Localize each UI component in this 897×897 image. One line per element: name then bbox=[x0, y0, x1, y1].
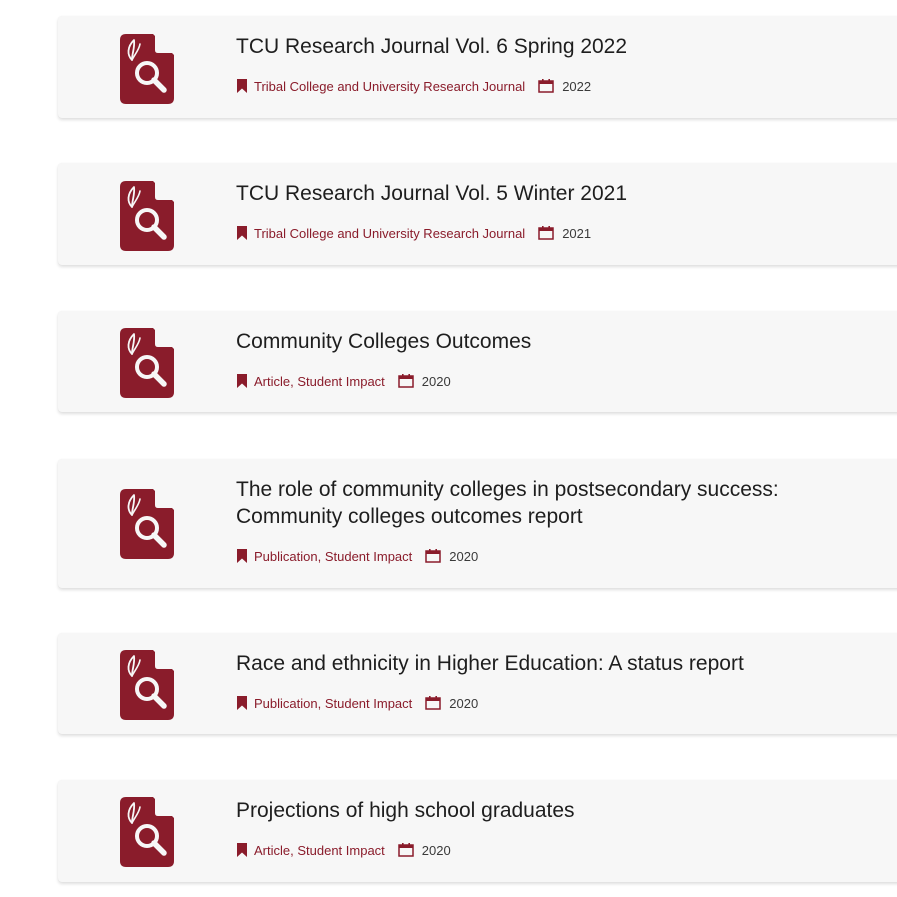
resource-category: Publication, Student Impact bbox=[254, 548, 413, 564]
document-search-icon bbox=[120, 489, 174, 559]
resource-category: Publication, Student Impact bbox=[254, 695, 413, 711]
resource-card[interactable]: Community Colleges Outcomes Article, Stu… bbox=[58, 311, 897, 412]
resource-category: Article, Student Impact bbox=[254, 373, 385, 389]
resource-year: 2020 bbox=[421, 373, 451, 389]
resource-title[interactable]: Race and ethnicity in Higher Education: … bbox=[236, 650, 846, 677]
resource-card[interactable]: Race and ethnicity in Higher Education: … bbox=[58, 633, 897, 734]
calendar-icon bbox=[425, 696, 442, 710]
resource-meta: Publication, Student Impact 2020 bbox=[236, 547, 478, 565]
resource-meta: Tribal College and University Research J… bbox=[236, 77, 591, 95]
bookmark-icon bbox=[236, 696, 248, 710]
bookmark-icon bbox=[236, 79, 248, 93]
bookmark-icon bbox=[236, 843, 248, 857]
resource-title[interactable]: The role of community colleges in postse… bbox=[236, 476, 846, 530]
calendar-icon bbox=[425, 549, 442, 563]
document-search-icon bbox=[120, 328, 174, 398]
document-search-icon bbox=[120, 34, 174, 104]
bookmark-icon bbox=[236, 226, 248, 240]
resource-category: Tribal College and University Research J… bbox=[254, 78, 526, 94]
resource-year: 2021 bbox=[562, 225, 592, 241]
resource-category: Article, Student Impact bbox=[254, 842, 385, 858]
bookmark-icon bbox=[236, 374, 248, 388]
resource-title[interactable]: TCU Research Journal Vol. 6 Spring 2022 bbox=[236, 33, 846, 60]
resource-year: 2020 bbox=[449, 695, 479, 711]
resource-title[interactable]: Projections of high school graduates bbox=[236, 797, 846, 824]
resource-category: Tribal College and University Research J… bbox=[254, 225, 526, 241]
resource-meta: Article, Student Impact 2020 bbox=[236, 841, 451, 859]
calendar-icon bbox=[538, 226, 554, 240]
resource-meta: Article, Student Impact 2020 bbox=[236, 372, 451, 390]
resource-meta: Tribal College and University Research J… bbox=[236, 224, 591, 242]
resource-card[interactable]: TCU Research Journal Vol. 6 Spring 2022 … bbox=[58, 16, 897, 118]
document-search-icon bbox=[120, 650, 174, 720]
calendar-icon bbox=[538, 79, 554, 93]
calendar-icon bbox=[398, 374, 414, 388]
resource-title[interactable]: TCU Research Journal Vol. 5 Winter 2021 bbox=[236, 180, 846, 207]
document-search-icon bbox=[120, 181, 174, 251]
bookmark-icon bbox=[236, 549, 248, 563]
resource-card[interactable]: Projections of high school graduates Art… bbox=[58, 780, 897, 882]
resource-meta: Publication, Student Impact 2020 bbox=[236, 694, 478, 712]
document-search-icon bbox=[120, 797, 174, 867]
calendar-icon bbox=[398, 843, 414, 857]
resource-title[interactable]: Community Colleges Outcomes bbox=[236, 328, 846, 355]
resource-year: 2020 bbox=[449, 548, 479, 564]
resource-card[interactable]: The role of community colleges in postse… bbox=[58, 459, 897, 588]
resource-year: 2020 bbox=[421, 842, 451, 858]
resource-year: 2022 bbox=[562, 78, 592, 94]
resource-card[interactable]: TCU Research Journal Vol. 5 Winter 2021 … bbox=[58, 163, 897, 265]
